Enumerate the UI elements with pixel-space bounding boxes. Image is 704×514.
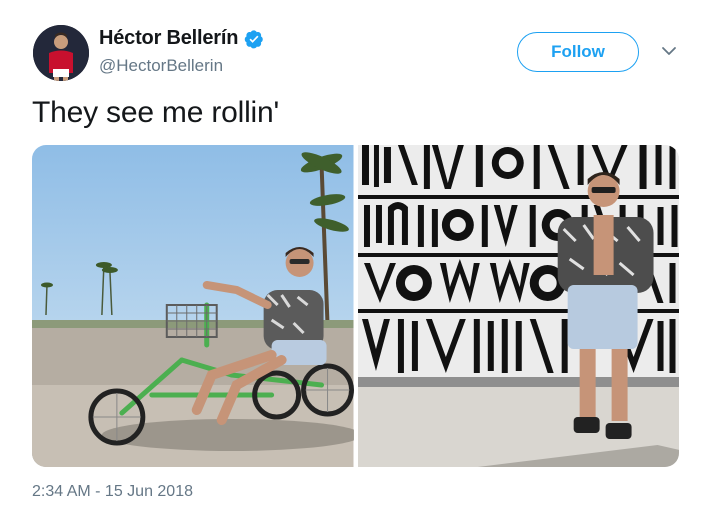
user-name-row[interactable]: Héctor Bellerín — [99, 27, 264, 50]
follow-button[interactable]: Follow — [517, 32, 639, 72]
user-handle[interactable]: @HectorBellerin — [99, 56, 223, 76]
verified-badge-icon — [244, 29, 264, 49]
tweet-timestamp[interactable]: 2:34 AM - 15 Jun 2018 — [32, 483, 193, 501]
media-grid — [32, 145, 679, 467]
photo-graffiti-wall[interactable] — [357, 145, 679, 467]
photo-tricycle[interactable] — [32, 145, 354, 467]
avatar[interactable] — [33, 25, 89, 81]
chevron-down-icon[interactable] — [660, 44, 678, 58]
tweet-text: They see me rollin' — [32, 96, 280, 129]
tweet-card: Héctor Bellerín @HectorBellerin Follow T… — [0, 0, 704, 514]
display-name[interactable]: Héctor Bellerín — [99, 27, 238, 50]
